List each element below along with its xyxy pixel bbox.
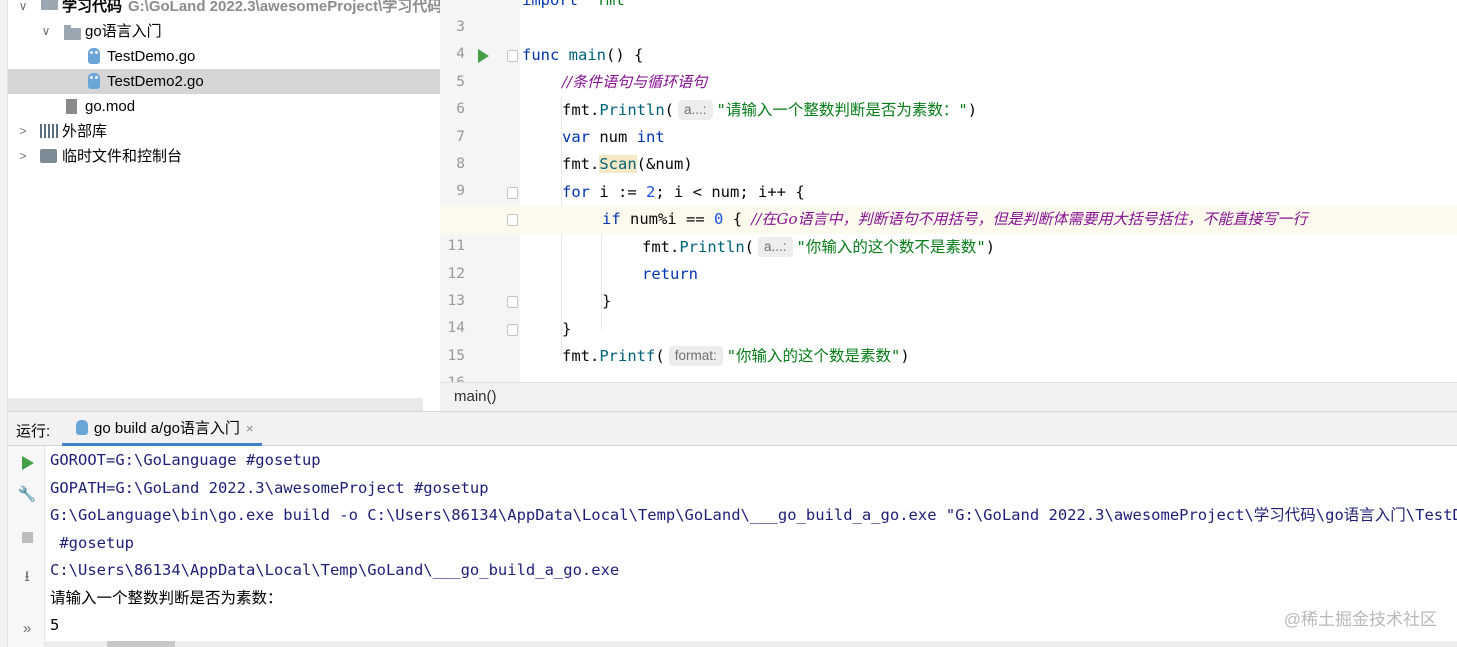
folder-icon [41, 0, 58, 10]
code-line: 13 return [440, 261, 1457, 309]
scroll-to-end-icon: ⭳ [24, 568, 30, 585]
code-line: 10 for i := 2; i < num; i++ { [440, 179, 1457, 227]
code-line: 6 //条件语句与循环语句 [440, 69, 1457, 117]
code-text: fmt.Printf(format: "你输入的这个数是素数") [562, 346, 910, 367]
tree-item-go-folder[interactable]: ∨ go语言入门 [8, 19, 440, 44]
parameter-hint: a...: [758, 236, 793, 257]
fold-marker-icon[interactable] [507, 186, 518, 199]
left-tool-strip [0, 0, 8, 647]
tree-item-scratches[interactable]: > 临时文件和控制台 [8, 144, 440, 169]
modify-config-button[interactable]: 🔧 [16, 484, 38, 506]
chevron-right-icon[interactable]: > [16, 119, 30, 144]
mod-file-icon [66, 99, 77, 114]
watermark: @稀土掘金技术社区 [1283, 610, 1437, 629]
parameter-hint: a...: [678, 99, 713, 120]
tree-item-label: 学习代码 G:\GoLand 2022.3\awesomeProject\学习代码 [62, 0, 440, 19]
tree-item-label: 临时文件和控制台 [62, 148, 183, 165]
tree-item-label: go语言入门 [85, 23, 162, 40]
chevron-right-icon[interactable]: > [16, 144, 30, 169]
run-panel-label: 运行: [16, 423, 51, 440]
code-text: fmt.Println(a...: "你输入的这个数不是素数") [642, 236, 996, 257]
scroll-to-end-button[interactable]: ⭳ [16, 566, 38, 588]
tree-item-root-folder[interactable]: ∨ 学习代码 G:\GoLand 2022.3\awesomeProject\学习… [8, 0, 440, 19]
code-line: 8 var num int [440, 124, 1457, 172]
code-line: 4 [440, 14, 1457, 62]
parameter-hint: format: [668, 346, 723, 367]
console-output[interactable]: GOROOT=G:\GoLanguage #gosetup GOPATH=G:\… [45, 446, 1457, 641]
breadcrumb[interactable]: main() [440, 382, 1457, 411]
console-line: GOPATH=G:\GoLand 2022.3\awesomeProject #… [50, 478, 489, 497]
code-text: } [602, 292, 612, 311]
breadcrumb-item[interactable]: main() [454, 388, 497, 405]
code-line-current: 11 if num%i == 0 { //在Go语言中，判断语句不用括号，但是判… [440, 206, 1457, 254]
run-panel-header: 运行: go build a/go语言入门 × [8, 411, 1457, 446]
stop-button[interactable] [16, 526, 38, 548]
console-line: G:\GoLanguage\bin\go.exe build -o C:\Use… [50, 506, 1457, 524]
scrollbar-thumb[interactable] [107, 641, 175, 647]
code-editor[interactable]: 3 import "fmt" 4 5 func main() { 6 //条件语… [440, 0, 1457, 382]
console-line-output: 请输入一个整数判断是否为素数： [50, 588, 283, 607]
tree-item-testdemo2[interactable]: TestDemo2.go [8, 69, 440, 94]
code-line: 3 import "fmt" [440, 0, 1457, 35]
project-tree: ∨ 学习代码 G:\GoLand 2022.3\awesomeProject\学习… [0, 0, 440, 411]
tree-item-label: go.mod [85, 98, 136, 115]
code-line: 12 fmt.Println(a...: "你输入的这个数不是素数") [440, 234, 1457, 282]
fold-marker-icon[interactable] [507, 323, 518, 336]
run-toolbar: 🔧 ⭳ » [8, 446, 45, 647]
code-text: fmt.Scan(&num) [562, 155, 693, 174]
console-line: C:\Users\86134\AppData\Local\Temp\GoLand… [50, 561, 620, 579]
tree-item-label: TestDemo.go [107, 48, 196, 65]
chevron-down-icon[interactable]: ∨ [16, 0, 30, 19]
run-tab[interactable]: go build a/go语言入门 × [62, 412, 262, 446]
code-text: //条件语句与循环语句 [562, 73, 708, 92]
scratches-icon [40, 149, 57, 163]
code-line: 16 fmt.Printf(format:"你输入的这个数是素数") [440, 343, 1457, 382]
play-icon [22, 456, 34, 470]
code-line: 15 } [440, 316, 1457, 364]
run-gutter-icon[interactable] [478, 48, 489, 63]
close-icon[interactable]: × [246, 421, 254, 436]
fold-marker-icon[interactable] [507, 49, 518, 62]
code-text: func main() { [522, 45, 644, 64]
code-text: fmt.Println(a...: "请输入一个整数判断是否为素数：") [562, 99, 978, 120]
tree-item-testdemo[interactable]: TestDemo.go [8, 44, 440, 69]
tree-item-path: G:\GoLand 2022.3\awesomeProject\学习代码 [128, 0, 440, 15]
line-number: 16 [440, 370, 465, 382]
stop-icon [22, 532, 33, 543]
code-text: import "fmt" [522, 0, 635, 9]
tree-item-external-libraries[interactable]: > 外部库 [8, 119, 440, 144]
console-line: #gosetup [50, 533, 134, 552]
rerun-button[interactable] [16, 452, 38, 474]
tree-horizontal-scrollbar[interactable] [8, 398, 423, 411]
run-tab-label: go build a/go语言入门 [94, 420, 240, 437]
code-text: if num%i == 0 { //在Go语言中，判断语句不用括号，但是判断体需… [602, 210, 1308, 229]
more-actions-button[interactable]: » [16, 618, 38, 640]
go-file-icon [88, 48, 100, 64]
code-text: for i := 2; i < num; i++ { [562, 182, 805, 201]
tree-item-label: 外部库 [62, 123, 108, 140]
code-line: 7 fmt.Println(a...: "请输入一个整数判断是否为素数：") [440, 97, 1457, 145]
library-icon [40, 124, 58, 138]
double-chevron-icon: » [22, 620, 32, 637]
code-text: } [562, 319, 572, 338]
wrench-icon: 🔧 [17, 486, 37, 503]
code-line: 9 fmt.Scan(&num) [440, 151, 1457, 199]
code-text: return [642, 265, 698, 283]
code-line: 5 func main() { [440, 42, 1457, 90]
console-line: GOROOT=G:\GoLanguage #gosetup [50, 451, 321, 469]
console-line-input: 5 [50, 616, 60, 634]
code-line: 14 } [440, 288, 1457, 336]
tree-item-go-mod[interactable]: go.mod [8, 94, 440, 119]
tree-item-label: TestDemo2.go [107, 73, 204, 90]
folder-icon [64, 25, 81, 40]
code-text: var num int [562, 128, 665, 146]
chevron-down-icon[interactable]: ∨ [39, 19, 53, 44]
go-file-icon [88, 73, 100, 89]
fold-marker-icon[interactable] [507, 296, 518, 309]
go-icon [76, 420, 88, 435]
console-horizontal-scrollbar[interactable] [45, 641, 1457, 647]
fold-marker-icon[interactable] [507, 214, 518, 227]
